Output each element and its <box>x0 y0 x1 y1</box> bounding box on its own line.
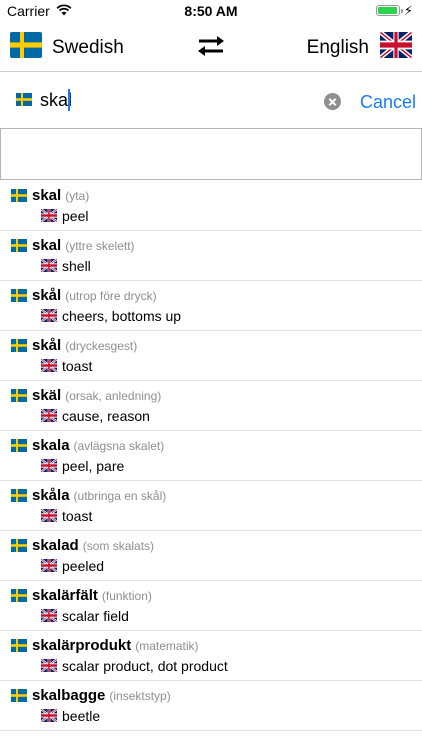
result-translation: toast <box>62 508 93 524</box>
result-row[interactable]: skalärprodukt (matematik) scalar product,… <box>0 631 422 681</box>
uk-flag-icon <box>41 409 57 422</box>
result-row[interactable]: skalad (som skalats) peeled <box>0 531 422 581</box>
result-note: (orsak, anledning) <box>65 389 162 403</box>
uk-flag-icon <box>41 709 57 722</box>
source-language-button[interactable]: Swedish <box>52 37 124 59</box>
clear-icon[interactable] <box>324 93 341 110</box>
uk-flag-icon[interactable] <box>380 32 412 58</box>
search-input[interactable] <box>40 89 310 111</box>
results-list: skal (yta) peel skal (yttre skelett) shell… <box>0 181 422 731</box>
swedish-flag-icon <box>11 289 27 302</box>
search-bar <box>0 72 422 128</box>
result-translation: beetle <box>62 708 101 724</box>
result-note: (som skalats) <box>82 539 155 553</box>
swedish-flag-icon <box>11 339 27 352</box>
result-note: (matematik) <box>135 639 199 653</box>
swap-arrows-icon[interactable] <box>196 34 226 58</box>
result-note: (insektstyp) <box>109 689 171 703</box>
swedish-flag-icon <box>11 489 27 502</box>
result-row[interactable]: skål (dryckesgest) toast <box>0 331 422 381</box>
uk-flag-icon <box>41 459 57 472</box>
result-note: (avlägsna skalet) <box>73 439 165 453</box>
swedish-flag-icon <box>11 239 27 252</box>
uk-flag-icon <box>41 209 57 222</box>
language-header: Swedish English <box>0 22 422 72</box>
battery-icon <box>376 5 403 16</box>
result-translation: shell <box>62 258 91 274</box>
charging-bolt-icon: ⚡︎ <box>403 3 413 18</box>
result-word: skalärprodukt <box>32 637 132 654</box>
result-word: skal <box>32 237 62 254</box>
uk-flag-icon <box>41 659 57 672</box>
status-bar: Carrier 8:50 AM ⚡︎ <box>0 0 422 22</box>
result-word: skål <box>32 287 62 304</box>
result-row[interactable]: skåla (utbringa en skål) toast <box>0 481 422 531</box>
result-row[interactable]: skala (avlägsna skalet) peel, pare <box>0 431 422 481</box>
result-translation: cause, reason <box>62 408 150 424</box>
swedish-flag-icon <box>11 539 27 552</box>
result-word: skål <box>32 337 62 354</box>
result-translation: cheers, bottoms up <box>62 308 182 324</box>
status-time: 8:50 AM <box>184 3 238 19</box>
swedish-flag-icon <box>11 689 27 702</box>
uk-flag-icon <box>41 259 57 272</box>
result-note: (funktion) <box>101 589 152 603</box>
result-row[interactable]: skalbagge (insektstyp) beetle <box>0 681 422 731</box>
text-caret <box>68 89 70 111</box>
result-translation: scalar field <box>62 608 129 624</box>
result-row[interactable]: skalärfält (funktion) scalar field <box>0 581 422 631</box>
swedish-flag-icon <box>11 189 27 202</box>
result-translation: peeled <box>62 558 105 574</box>
result-note: (dryckesgest) <box>65 339 138 353</box>
result-note: (utrop före dryck) <box>65 289 157 303</box>
result-row[interactable]: skal (yta) peel <box>0 181 422 231</box>
result-word: skalärfält <box>32 587 98 604</box>
result-row[interactable]: skal (yttre skelett) shell <box>0 231 422 281</box>
result-word: skala <box>32 437 70 454</box>
uk-flag-icon <box>41 609 57 622</box>
uk-flag-icon <box>41 359 57 372</box>
result-word: skalad <box>32 537 79 554</box>
result-translation: peel, pare <box>62 458 125 474</box>
result-translation: peel <box>62 208 89 224</box>
cancel-button[interactable]: Cancel <box>360 92 416 113</box>
swedish-flag-icon <box>11 389 27 402</box>
result-note: (yttre skelett) <box>65 239 135 253</box>
swedish-flag-icon[interactable] <box>10 32 42 58</box>
target-language-button[interactable]: English <box>307 37 369 59</box>
swedish-flag-icon <box>11 639 27 652</box>
swedish-flag-icon <box>16 93 32 106</box>
result-row[interactable]: skäl (orsak, anledning) cause, reason <box>0 381 422 431</box>
uk-flag-icon <box>41 309 57 322</box>
swedish-flag-icon <box>11 589 27 602</box>
result-word: skal <box>32 187 62 204</box>
result-word: skåla <box>32 487 70 504</box>
swedish-flag-icon <box>11 439 27 452</box>
result-word: skalbagge <box>32 687 106 704</box>
result-row[interactable]: skål (utrop före dryck) cheers, bottoms u… <box>0 281 422 331</box>
result-translation: scalar product, dot product <box>62 658 228 674</box>
uk-flag-icon <box>41 509 57 522</box>
uk-flag-icon <box>41 559 57 572</box>
result-translation: toast <box>62 358 93 374</box>
result-note: (utbringa en skål) <box>73 489 167 503</box>
result-word: skäl <box>32 387 62 404</box>
empty-panel <box>0 128 422 180</box>
result-note: (yta) <box>65 189 90 203</box>
